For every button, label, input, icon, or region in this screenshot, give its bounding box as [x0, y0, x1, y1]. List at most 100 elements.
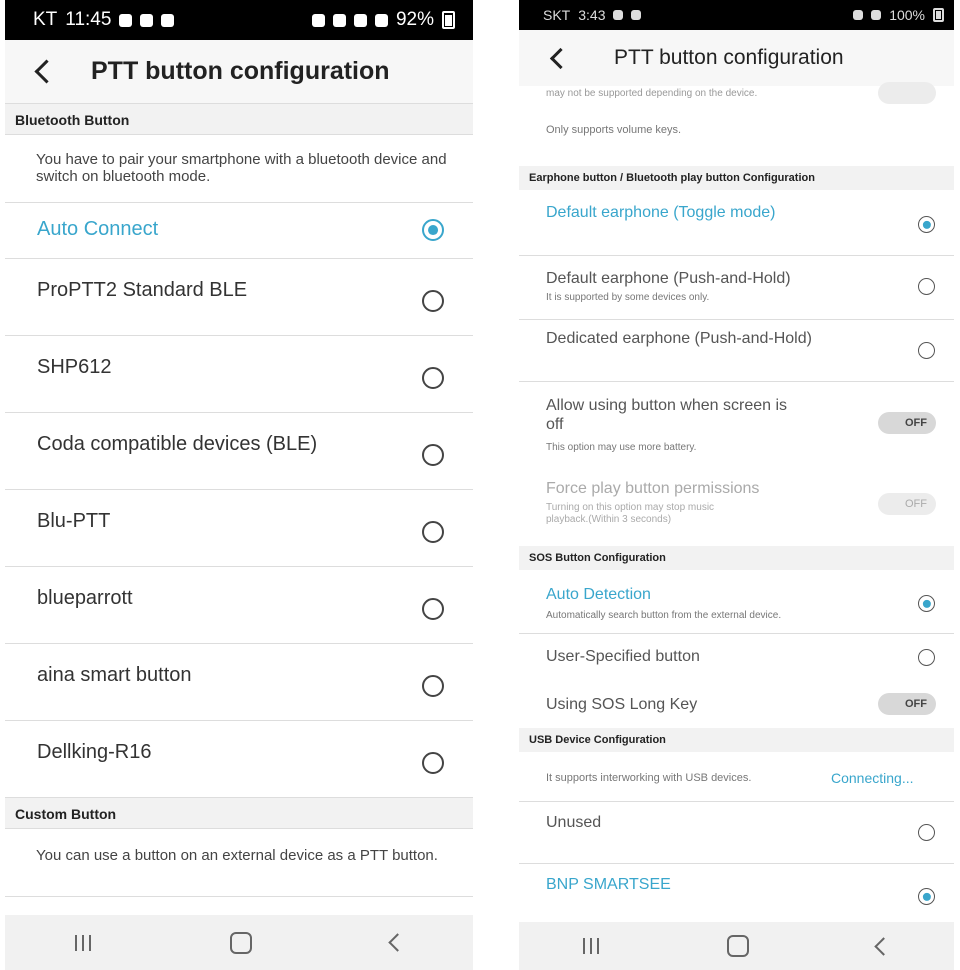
earphone-option-label: Dedicated earphone (Push-and-Hold) — [546, 330, 812, 347]
earphone-option-label: Default earphone (Push-and-Hold) — [546, 270, 791, 287]
mute-icon — [332, 13, 346, 27]
navigation-bar — [519, 922, 954, 970]
partial-toggle[interactable] — [878, 82, 936, 104]
sos-long-key-label: Using SOS Long Key — [546, 696, 698, 713]
device-option-aina[interactable]: aina smart button — [5, 644, 473, 721]
radio-button[interactable] — [422, 598, 444, 620]
usb-option-label: Unused — [546, 814, 602, 831]
device-option-shp612[interactable]: SHP612 — [5, 336, 473, 413]
screen-off-toggle[interactable]: OFF — [878, 412, 936, 434]
battery-percent: 100% — [889, 7, 925, 23]
section-header-usb: USB Device Configuration — [519, 728, 954, 752]
device-option-auto-connect[interactable]: Auto Connect — [5, 203, 473, 259]
radio-button-selected[interactable] — [918, 888, 935, 905]
device-option-coda[interactable]: Coda compatible devices (BLE) — [5, 413, 473, 490]
recents-icon[interactable] — [74, 934, 91, 951]
earphone-option-toggle[interactable]: Default earphone (Toggle mode) — [519, 190, 954, 256]
section-header-sos: SOS Button Configuration — [519, 546, 954, 570]
recents-icon[interactable] — [583, 938, 599, 954]
status-bar: SKT 3:43 100% — [519, 0, 954, 30]
device-option-label: aina smart button — [37, 664, 192, 686]
device-option-proptt2[interactable]: ProPTT2 Standard BLE — [5, 259, 473, 336]
sos-user-label: User-Specified button — [546, 648, 700, 665]
left-phone-screen: KT 11:45 92% PTT button configuration Bl… — [5, 0, 473, 970]
radio-button[interactable] — [918, 278, 935, 295]
screen-off-label-line2: off — [546, 416, 564, 433]
force-play-sub-line1: Turning on this option may stop music — [546, 502, 715, 513]
section-header-bluetooth: Bluetooth Button — [5, 104, 473, 135]
radio-button[interactable] — [422, 367, 444, 389]
home-icon[interactable] — [727, 935, 749, 957]
right-phone-screen: SKT 3:43 100% PTT button configuration m… — [519, 0, 954, 970]
force-play-sub-line2: playback.(Within 3 seconds) — [546, 514, 672, 525]
radio-button-selected[interactable] — [918, 595, 935, 612]
earphone-option-dedicated[interactable]: Dedicated earphone (Push-and-Hold) — [519, 320, 954, 382]
screen-off-setting[interactable]: Allow using button when screen is off Th… — [519, 382, 954, 466]
battery-icon — [442, 11, 455, 29]
back-arrow-icon[interactable] — [549, 47, 572, 69]
force-play-label: Force play button permissions — [546, 480, 760, 497]
partial-description: may not be supported depending on the de… — [546, 88, 758, 99]
radio-button[interactable] — [422, 752, 444, 774]
screen-off-label-line1: Allow using button when screen is — [546, 397, 788, 414]
wifi-icon — [871, 10, 882, 20]
back-nav-icon[interactable] — [387, 933, 407, 952]
radio-button-selected[interactable] — [918, 216, 935, 233]
app-notification-icon — [613, 10, 624, 20]
sos-long-key[interactable]: Using SOS Long Key OFF — [519, 684, 954, 728]
back-arrow-icon[interactable] — [34, 59, 59, 84]
radio-button-selected[interactable] — [422, 219, 444, 241]
force-play-setting[interactable]: Force play button permissions Turning on… — [519, 466, 954, 546]
usb-option-bnp[interactable]: BNP SMARTSEE — [519, 864, 954, 922]
wifi-icon — [353, 13, 367, 27]
app-bar: PTT button configuration — [519, 30, 954, 86]
sos-auto-label: Auto Detection — [546, 586, 651, 603]
home-icon[interactable] — [229, 931, 252, 954]
device-option-label: Coda compatible devices (BLE) — [37, 433, 318, 455]
back-nav-icon[interactable] — [874, 936, 893, 956]
device-option-label: blueparrott — [37, 587, 133, 609]
app-bar: PTT button configuration — [5, 40, 473, 104]
signal-icon — [374, 13, 388, 27]
usb-status: Connecting... — [831, 770, 914, 786]
bluetooth-description: You have to pair your smartphone with a … — [5, 135, 473, 203]
earphone-option-sub: It is supported by some devices only. — [546, 292, 710, 303]
sos-user-specified[interactable]: User-Specified button — [519, 634, 954, 684]
earphone-option-push-hold[interactable]: Default earphone (Push-and-Hold) It is s… — [519, 256, 954, 320]
chat-notification-icon — [119, 13, 133, 27]
device-option-dellking[interactable]: Dellking-R16 — [5, 721, 473, 798]
radio-button[interactable] — [918, 824, 935, 841]
radio-button[interactable] — [422, 675, 444, 697]
clock: 11:45 — [65, 9, 112, 30]
usb-option-unused[interactable]: Unused — [519, 802, 954, 864]
section-header-earphone: Earphone button / Bluetooth play button … — [519, 166, 954, 190]
earphone-option-label: Default earphone (Toggle mode) — [546, 204, 776, 221]
battery-icon — [933, 8, 944, 22]
navigation-bar — [5, 915, 473, 970]
usb-description-row: It supports interworking with USB device… — [519, 752, 954, 802]
sos-auto-detection[interactable]: Auto Detection Automatically search butt… — [519, 570, 954, 634]
carrier-label: KT — [33, 9, 58, 30]
radio-button[interactable] — [918, 649, 935, 666]
page-title: PTT button configuration — [614, 46, 844, 69]
page-title: PTT button configuration — [91, 57, 390, 85]
media-notification-icon — [631, 10, 642, 20]
device-option-label: ProPTT2 Standard BLE — [37, 279, 248, 301]
radio-button[interactable] — [422, 521, 444, 543]
force-play-toggle[interactable]: OFF — [878, 493, 936, 515]
app-notification-icon — [140, 13, 154, 27]
radio-button[interactable] — [918, 342, 935, 359]
radio-button[interactable] — [422, 444, 444, 466]
alarm-icon — [311, 13, 325, 27]
battery-percent: 92% — [395, 9, 434, 30]
device-option-blu-ptt[interactable]: Blu-PTT — [5, 490, 473, 567]
usb-description: It supports interworking with USB device… — [546, 772, 752, 784]
sos-long-key-toggle[interactable]: OFF — [878, 693, 936, 715]
device-option-blueparrott[interactable]: blueparrott — [5, 567, 473, 644]
device-option-label: Dellking-R16 — [37, 741, 152, 763]
status-bar: KT 11:45 92% — [5, 0, 473, 40]
radio-button[interactable] — [422, 290, 444, 312]
screen-off-sub: This option may use more battery. — [546, 442, 697, 453]
device-option-label: Auto Connect — [37, 218, 159, 240]
volume-keys-note: Only supports volume keys. — [546, 124, 682, 136]
